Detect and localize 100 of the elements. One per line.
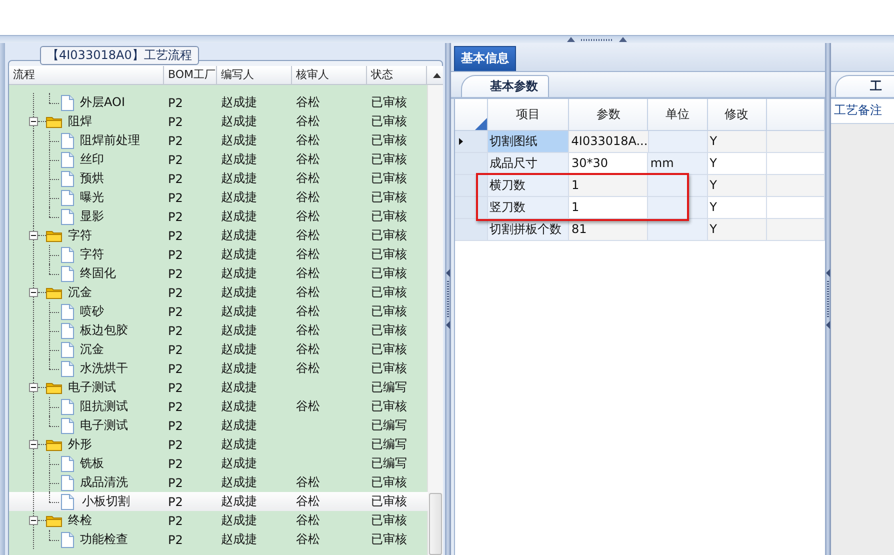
group-title: 【4I033018A0】工艺流程 [40,46,199,65]
tree-row[interactable]: 喷砂 P2 赵成捷 谷松 已审核 [9,302,428,321]
tab[interactable]: 工 [835,75,894,97]
column-header[interactable]: 修改 [708,99,767,131]
tree-row[interactable]: 显影 P2 赵成捷 谷松 已审核 [9,207,428,226]
table-cell [648,131,708,153]
document-icon [61,494,74,510]
tree-row[interactable]: 预烘 P2 赵成捷 谷松 已审核 [9,169,428,188]
splitter-handle-icon[interactable] [445,269,451,329]
document-icon [61,170,74,186]
table-cell-text: 谷松 [295,265,321,282]
document-icon [61,360,74,376]
folder-icon [46,286,62,299]
column-header [766,99,825,131]
table-cell-text: 赵成捷 [220,493,258,510]
document-icon [61,304,74,320]
tree-label: 显影 [80,208,104,225]
table-cell-text: P2 [167,114,184,128]
tree-label: 沉金 [80,341,104,358]
collapse-icon[interactable] [29,231,38,240]
tab[interactable]: 基本参数 [461,75,549,97]
tree-label: 成品清洗 [80,474,128,491]
table-cell-text: 赵成捷 [220,398,258,415]
column-header[interactable]: 单位 [648,99,708,131]
table-cell [648,219,708,241]
column-header[interactable]: 状态 [367,66,427,84]
table-cell-text: 赵成捷 [220,94,258,111]
tree-row[interactable]: 终检 P2 赵成捷 谷松 已审核 [9,511,428,530]
column-header[interactable]: BOM工厂 [164,66,217,84]
table-cell-text: P2 [167,494,184,508]
table-cell-text: P2 [167,210,184,224]
table-cell-text: 谷松 [295,170,321,187]
tree-row[interactable]: 曝光 P2 赵成捷 谷松 已审核 [9,188,428,207]
scroll-thumb[interactable] [429,493,442,555]
tree-label: 小板切割 [81,493,131,510]
tree-label: 字符 [80,246,104,263]
collapse-icon[interactable] [29,516,38,525]
column-header[interactable]: 核审人 [292,66,367,84]
table-cell-text: 谷松 [295,322,321,339]
table-cell-text: 谷松 [295,512,321,529]
document-icon [61,398,74,414]
table-cell-text: 已编写 [370,417,408,434]
tree-label: 曝光 [80,189,104,206]
table-cell-text: 赵成捷 [220,436,258,453]
tree-row[interactable]: 字符 P2 赵成捷 谷松 已审核 [9,226,428,245]
tree-row[interactable]: 字符 P2 赵成捷 谷松 已审核 [9,245,428,264]
table-cell-text: 谷松 [295,208,321,225]
row-header[interactable] [455,175,488,197]
tree-row[interactable]: 外层AOI P2 赵成捷 谷松 已审核 [9,93,428,112]
tree-row[interactable]: 小板切割 P2 赵成捷 谷松 已审核 [9,492,428,511]
tree-row[interactable]: 电子测试 P2 赵成捷 已编写 [9,378,428,397]
tree-row[interactable]: 板边包胶 P2 赵成捷 谷松 已审核 [9,321,428,340]
tree-row[interactable]: 终固化 P2 赵成捷 谷松 已审核 [9,264,428,283]
scroll-up-icon[interactable] [433,72,441,78]
table-cell-text: 赵成捷 [220,322,258,339]
tree-row[interactable]: 阻焊 P2 赵成捷 谷松 已审核 [9,112,428,131]
column-header[interactable]: 编写人 [217,66,292,84]
splitter-handle-icon[interactable] [825,269,831,329]
table-cell: Y [708,131,767,153]
tree-row[interactable]: 水洗烘干 P2 赵成捷 谷松 已审核 [9,359,428,378]
tree-row[interactable]: 丝印 P2 赵成捷 谷松 已审核 [9,150,428,169]
collapse-icon[interactable] [29,288,38,297]
tree-row[interactable]: 沉金 P2 赵成捷 谷松 已审核 [9,283,428,302]
table-cell-text: 已编写 [370,436,408,453]
collapse-icon[interactable] [29,383,38,392]
collapse-icon[interactable] [29,440,38,449]
row-header[interactable] [455,153,488,175]
tree-row[interactable]: 功能检查 P2 赵成捷 谷松 已审核 [9,530,428,549]
table-cell-text: 谷松 [295,246,321,263]
table-cell: Y [708,175,767,197]
table-cell-text: 已审核 [370,132,408,149]
scrollbar[interactable] [427,85,443,555]
tree-row[interactable]: 外形 P2 赵成捷 已编写 [9,435,428,454]
table-cell-text: 赵成捷 [220,417,258,434]
row-header[interactable] [455,219,488,241]
table-cell-text: 赵成捷 [220,246,258,263]
column-header[interactable]: 参数 [569,99,648,131]
splitter-handle-icon[interactable] [567,36,627,42]
column-header[interactable]: 项目 [488,99,570,131]
folder-icon [46,514,62,527]
tree-row[interactable]: 成品清洗 P2 赵成捷 谷松 已审核 [9,473,428,492]
collapse-icon[interactable] [29,117,38,126]
table-cell: 竖刀数 [488,197,570,219]
tree-label: 外层AOI [80,94,125,111]
table-cell-text: P2 [167,400,184,414]
table-cell-text: 赵成捷 [220,531,258,548]
tree-row[interactable]: 阻焊前处理 P2 赵成捷 谷松 已审核 [9,131,428,150]
table-cell-text: P2 [167,342,184,356]
column-header[interactable]: 流程 [9,66,164,84]
tree-row[interactable]: 电子测试 P2 赵成捷 已编写 [9,416,428,435]
document-icon [61,456,74,472]
row-header[interactable] [455,197,488,219]
document-icon [61,152,74,168]
tree-label: 字符 [68,227,92,244]
tab[interactable]: 基本信息 [454,46,516,71]
tree-row[interactable]: 铣板 P2 赵成捷 已编写 [9,454,428,473]
tree-row[interactable]: 阻抗测试 P2 赵成捷 谷松 已审核 [9,397,428,416]
folder-icon [46,229,62,242]
table-cell [648,197,708,219]
tree-row[interactable]: 沉金 P2 赵成捷 谷松 已审核 [9,340,428,359]
